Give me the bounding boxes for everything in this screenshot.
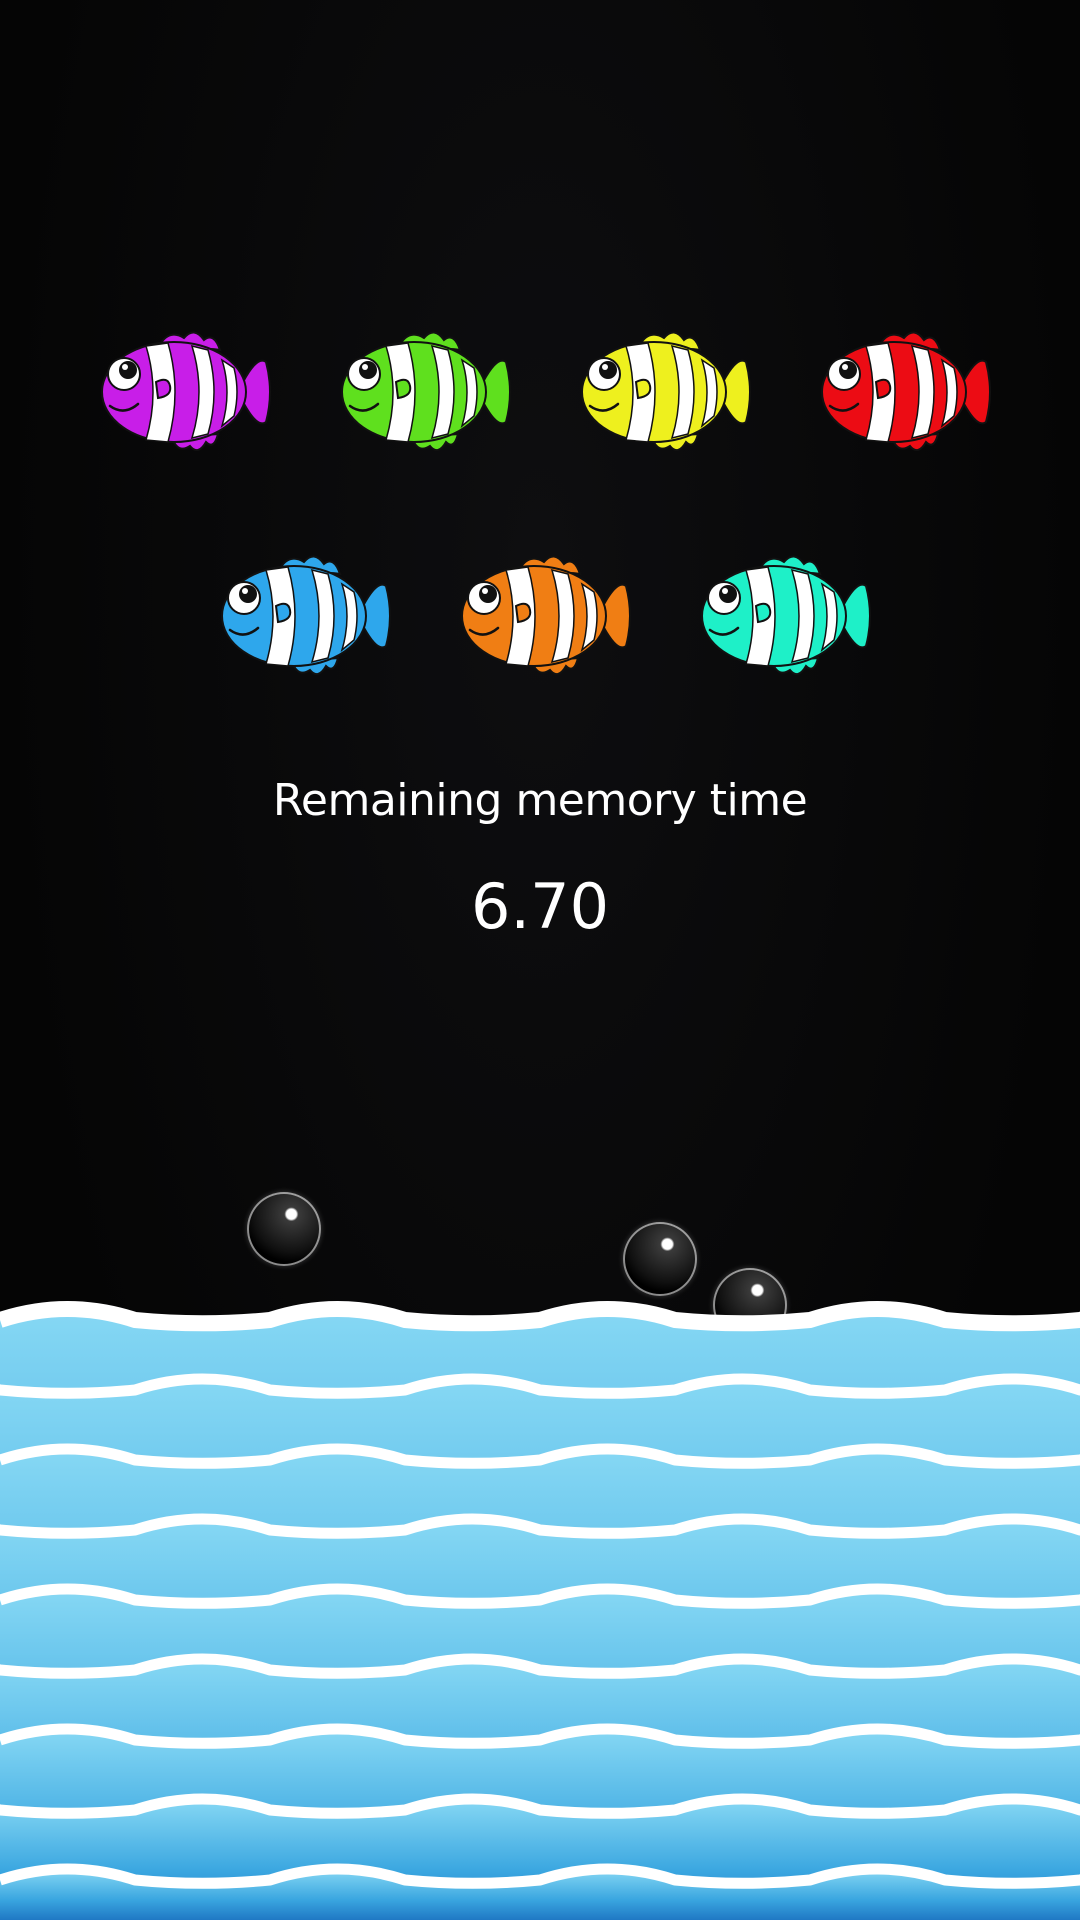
ocean-waves xyxy=(0,1300,1080,1920)
memory-timer: 6.70 xyxy=(470,870,610,943)
fish-grid xyxy=(0,0,1080,720)
bubble xyxy=(247,1192,321,1266)
fish-blue[interactable] xyxy=(208,550,392,682)
bubble xyxy=(623,1222,697,1296)
fish-orange[interactable] xyxy=(448,550,632,682)
fish-purple[interactable] xyxy=(88,326,272,458)
waves-graphic xyxy=(0,1301,1080,1920)
fish-yellow[interactable] xyxy=(568,326,752,458)
fish-red[interactable] xyxy=(808,326,992,458)
memory-time-label: Remaining memory time xyxy=(272,775,808,826)
fish-green[interactable] xyxy=(328,326,512,458)
game-stage: Remaining memory time 6.70 xyxy=(0,0,1080,1920)
fish-teal[interactable] xyxy=(688,550,872,682)
